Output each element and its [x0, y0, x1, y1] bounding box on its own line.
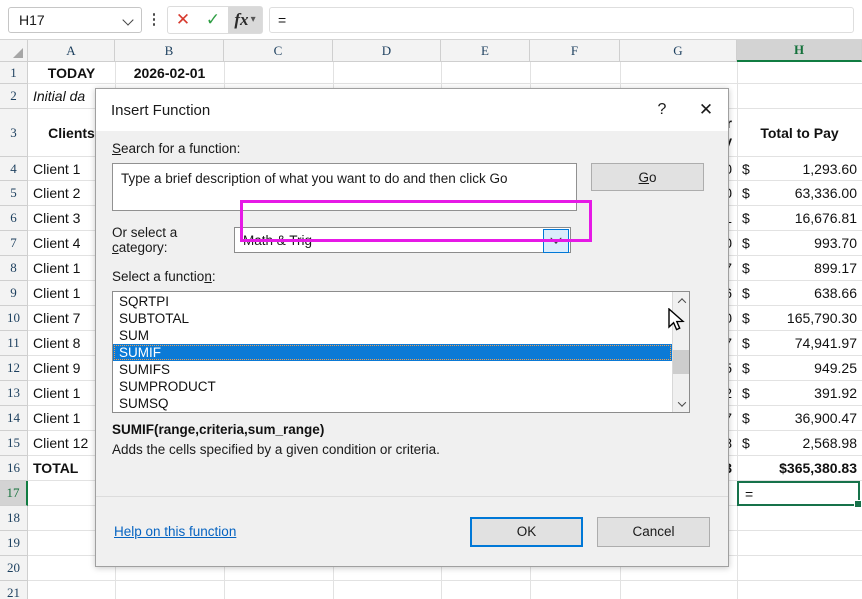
- row-header-6[interactable]: 6: [0, 206, 28, 231]
- cell-h10[interactable]: $165,790.30: [737, 306, 862, 330]
- function-description-area: SUMIF(range,criteria,sum_range) Adds the…: [112, 422, 712, 457]
- function-description: Adds the cells specified by a given cond…: [112, 442, 712, 457]
- chevron-down-icon[interactable]: [121, 12, 137, 28]
- function-list-label: Select a function:: [112, 269, 712, 284]
- row-header-18[interactable]: 18: [0, 506, 28, 531]
- row-header-4[interactable]: 4: [0, 157, 28, 181]
- formula-bar: H17 ✕ ✓ fx▾ =: [0, 0, 862, 40]
- scroll-up-icon[interactable]: [673, 292, 690, 309]
- insert-function-icon[interactable]: fx▾: [228, 7, 262, 33]
- name-box[interactable]: H17: [8, 7, 142, 33]
- function-syntax: SUMIF(range,criteria,sum_range): [112, 422, 712, 437]
- function-list[interactable]: SQRTPISUBTOTALSUMSUMIFSUMIFSSUMPRODUCTSU…: [112, 291, 690, 413]
- row-header-7[interactable]: 7: [0, 231, 28, 256]
- column-header-f[interactable]: F: [530, 40, 620, 62]
- cell-b1[interactable]: 2026-02-01: [115, 62, 224, 83]
- ok-button[interactable]: OK: [470, 517, 583, 547]
- row-header-10[interactable]: 10: [0, 306, 28, 331]
- help-on-function-link[interactable]: Help on this function: [114, 524, 470, 539]
- scrollbar-thumb[interactable]: [673, 350, 690, 374]
- column-header-e[interactable]: E: [441, 40, 530, 62]
- row-header-3[interactable]: 3: [0, 109, 28, 157]
- search-label: Search for a function:: [112, 141, 712, 156]
- dialog-footer: Help on this function OK Cancel: [96, 496, 728, 566]
- help-icon[interactable]: ?: [640, 90, 684, 131]
- active-cell-h17[interactable]: =: [737, 481, 860, 506]
- enter-formula-icon[interactable]: ✓: [198, 7, 228, 33]
- row-header-19[interactable]: 19: [0, 531, 28, 556]
- cell-h12[interactable]: $949.25: [737, 356, 862, 380]
- cell-h15[interactable]: $2,568.98: [737, 431, 862, 455]
- name-box-value: H17: [19, 12, 121, 28]
- chevron-down-icon[interactable]: [543, 229, 569, 253]
- row-header-14[interactable]: 14: [0, 406, 28, 431]
- excel-window: H17 ✕ ✓ fx▾ = ABCDEFGH 12345678910111213…: [0, 0, 862, 599]
- formula-actions: ✕ ✓ fx▾: [167, 6, 263, 34]
- row-header-5[interactable]: 5: [0, 181, 28, 206]
- cell-h16[interactable]: $365,380.83: [737, 456, 862, 480]
- function-list-item[interactable]: SUMIFS: [113, 361, 672, 378]
- row-header-1[interactable]: 1: [0, 62, 28, 84]
- cancel-formula-icon[interactable]: ✕: [168, 7, 198, 33]
- category-label: Or select a category:: [112, 225, 234, 255]
- cell-h6[interactable]: $16,676.81: [737, 206, 862, 230]
- row-header-20[interactable]: 20: [0, 556, 28, 581]
- row-headers: 123456789101112131415161718192021: [0, 62, 28, 599]
- function-list-item[interactable]: SQRTPI: [113, 293, 672, 310]
- column-header-g[interactable]: G: [620, 40, 737, 62]
- insert-function-dialog: Insert Function ? ✕ Search for a functio…: [95, 88, 729, 567]
- cell-h8[interactable]: $899.17: [737, 256, 862, 280]
- row-header-2[interactable]: 2: [0, 84, 28, 109]
- function-list-item[interactable]: SUM: [113, 327, 672, 344]
- cell-h3[interactable]: Total to Pay: [737, 109, 862, 156]
- more-options-icon[interactable]: [145, 7, 163, 33]
- search-row: Type a brief description of what you wan…: [112, 163, 712, 211]
- row-header-13[interactable]: 13: [0, 381, 28, 406]
- function-list-item[interactable]: SUMSQ: [113, 395, 672, 412]
- go-button[interactable]: Go: [591, 163, 704, 191]
- cell-h14[interactable]: $36,900.47: [737, 406, 862, 430]
- category-select[interactable]: Math & Trig: [234, 227, 571, 253]
- cell-h9[interactable]: $638.66: [737, 281, 862, 305]
- column-header-a[interactable]: A: [28, 40, 115, 62]
- scroll-down-icon[interactable]: [673, 395, 690, 412]
- column-header-d[interactable]: D: [333, 40, 441, 62]
- row-header-17[interactable]: 17: [0, 481, 28, 506]
- cell-h4[interactable]: $1,293.60: [737, 157, 862, 180]
- row-header-12[interactable]: 12: [0, 356, 28, 381]
- function-list-items: SQRTPISUBTOTALSUMSUMIFSUMIFSSUMPRODUCTSU…: [113, 292, 672, 412]
- column-headers: ABCDEFGH: [0, 40, 862, 62]
- cell-a1[interactable]: TODAY: [28, 62, 115, 83]
- function-list-item[interactable]: SUMPRODUCT: [113, 378, 672, 395]
- row-header-16[interactable]: 16: [0, 456, 28, 481]
- cell-h13[interactable]: $391.92: [737, 381, 862, 405]
- row-header-21[interactable]: 21: [0, 581, 28, 599]
- cell-h7[interactable]: $993.70: [737, 231, 862, 255]
- mouse-cursor-icon: [668, 308, 688, 334]
- dialog-title: Insert Function: [111, 102, 640, 119]
- select-all-corner[interactable]: [0, 40, 28, 62]
- row-header-15[interactable]: 15: [0, 431, 28, 456]
- cell-h5[interactable]: $63,336.00: [737, 181, 862, 205]
- close-icon[interactable]: ✕: [684, 90, 728, 131]
- row-header-9[interactable]: 9: [0, 281, 28, 306]
- column-header-c[interactable]: C: [224, 40, 333, 62]
- row-header-8[interactable]: 8: [0, 256, 28, 281]
- column-header-h[interactable]: H: [737, 40, 862, 62]
- cell-h11[interactable]: $74,941.97: [737, 331, 862, 355]
- category-row: Or select a category: Math & Trig: [112, 225, 712, 255]
- function-list-item[interactable]: SUBTOTAL: [113, 310, 672, 327]
- category-selected-value: Math & Trig: [243, 233, 570, 248]
- search-input[interactable]: Type a brief description of what you wan…: [112, 163, 577, 211]
- dialog-body: Search for a function: Type a brief desc…: [96, 131, 728, 457]
- function-list-item[interactable]: SUMIF: [113, 344, 672, 361]
- cancel-button[interactable]: Cancel: [597, 517, 710, 547]
- dialog-title-bar: Insert Function ? ✕: [96, 89, 728, 131]
- formula-input-value: =: [278, 12, 286, 28]
- formula-input[interactable]: =: [269, 7, 854, 33]
- row-header-11[interactable]: 11: [0, 331, 28, 356]
- column-header-b[interactable]: B: [115, 40, 224, 62]
